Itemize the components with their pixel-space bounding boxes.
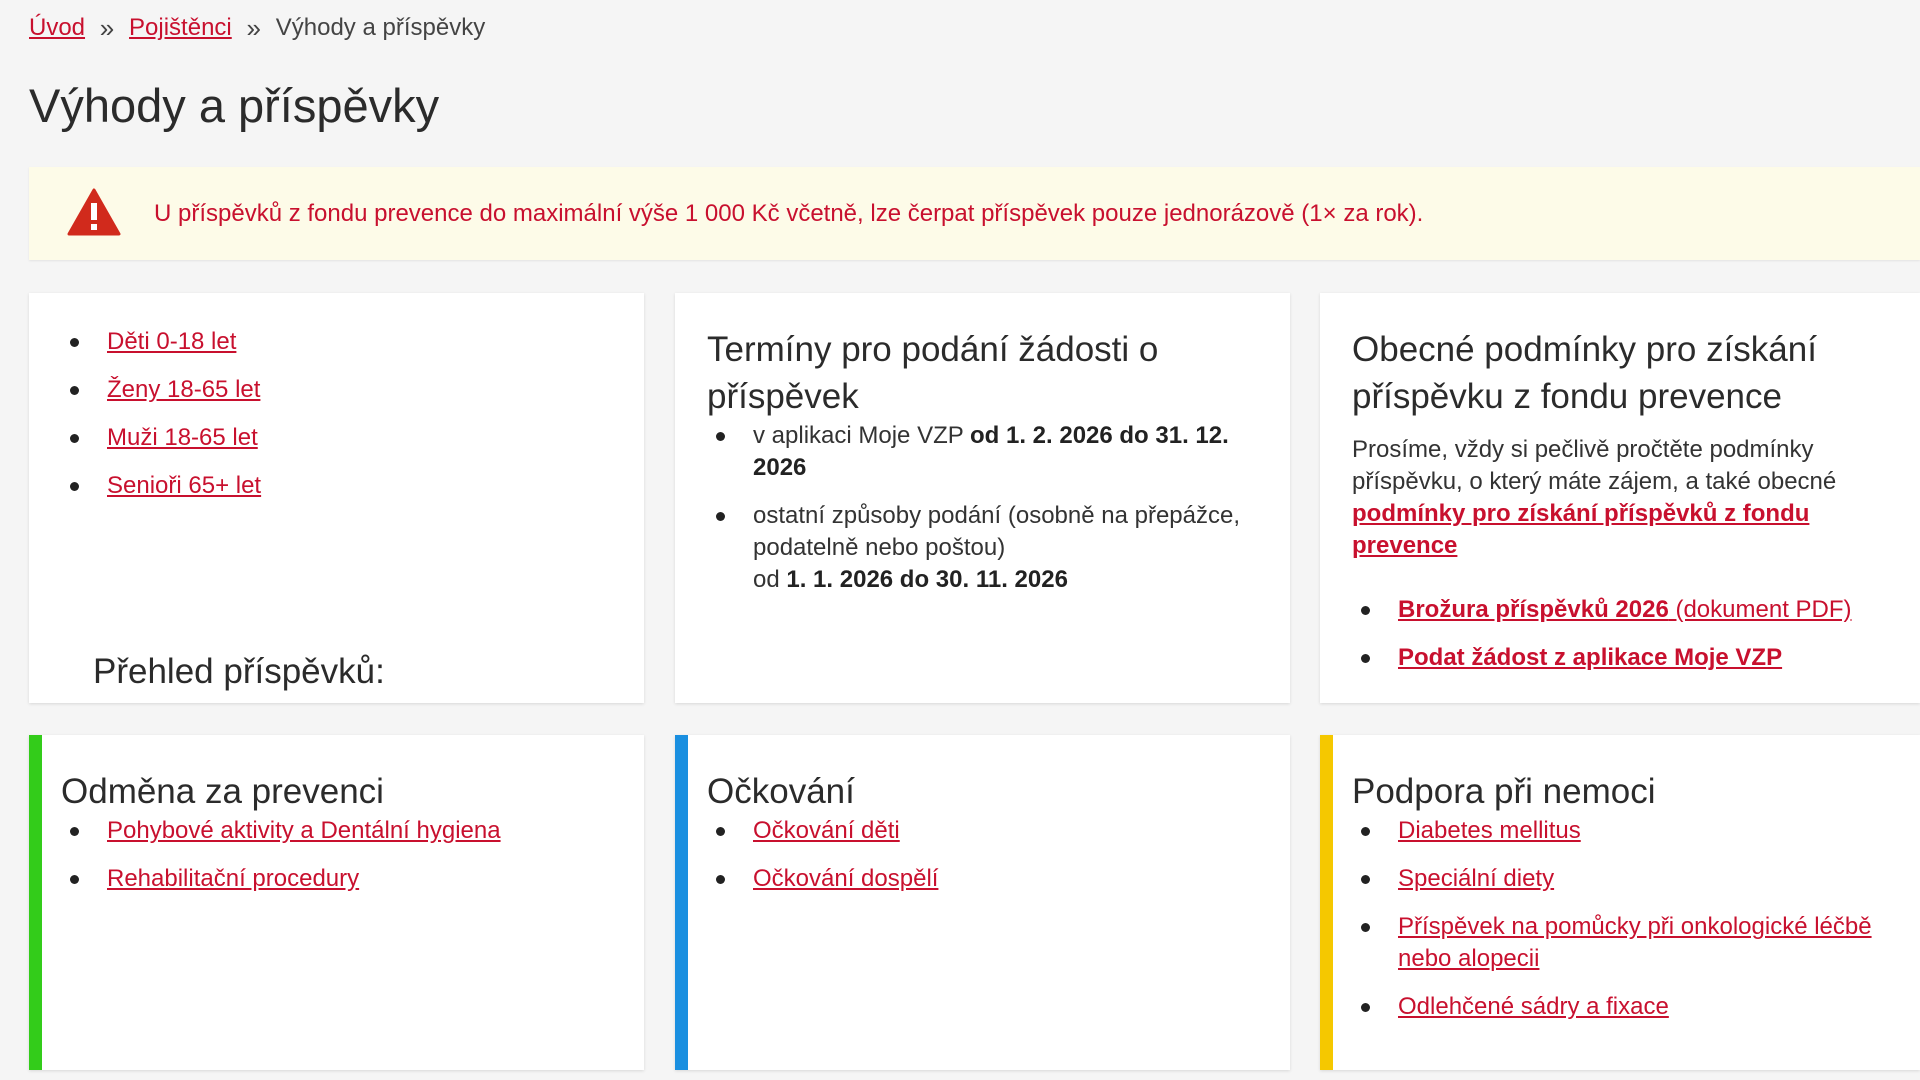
lightweight-casts-link[interactable]: Odlehčené sádry a fixace xyxy=(1398,993,1669,1020)
deadlines-list: v aplikaci Moje VZP od 1. 2. 2026 do 31.… xyxy=(707,420,1266,596)
vaccination-list: Očkování děti Očkování dospělí xyxy=(707,815,1266,895)
deadline-other-prefix: od xyxy=(753,566,787,593)
blue-accent-bar xyxy=(675,735,688,1070)
deadline-app-text: v aplikaci Moje VZP xyxy=(753,422,970,449)
alert-text: U příspěvků z fondu prevence do maximáln… xyxy=(154,200,1424,227)
reward-list: Pohybové aktivity a Dentální hygiena Reh… xyxy=(61,815,620,895)
breadcrumb-current: Výhody a příspěvky xyxy=(275,14,486,41)
green-accent-bar xyxy=(29,735,42,1070)
card-title: Očkování xyxy=(707,772,855,811)
breadcrumb-separator: » xyxy=(246,13,261,43)
card-title: Odměna za prevenci xyxy=(61,772,384,811)
diabetes-link[interactable]: Diabetes mellitus xyxy=(1398,817,1581,844)
adult-vaccination-link[interactable]: Očkování dospělí xyxy=(753,865,938,892)
oncology-aids-link[interactable]: Příspěvek na pomůcky při onkologické léč… xyxy=(1398,913,1872,972)
overview-list: Děti 0-18 let Ženy 18-65 let Muži 18-65 … xyxy=(61,326,620,502)
breadcrumb-separator: » xyxy=(99,13,115,43)
breadcrumb: Úvod » Pojištěnci » Výhody a příspěvky xyxy=(29,12,485,44)
card-title: Termíny pro podání žádosti o příspěvek xyxy=(707,330,1159,416)
physical-activity-link[interactable]: Pohybové aktivity a Dentální hygiena xyxy=(107,817,501,844)
illness-support-card: Podpora při nemoci Diabetes mellitus Spe… xyxy=(1320,735,1920,1070)
children-vaccination-link[interactable]: Očkování děti xyxy=(753,817,900,844)
list-item: Senioři 65+ let xyxy=(61,470,620,502)
breadcrumb-insured-link[interactable]: Pojištěnci xyxy=(129,12,232,44)
breadcrumb-home-link[interactable]: Úvod xyxy=(29,12,85,44)
list-item: ostatní způsoby podání (osobně na přepáž… xyxy=(707,500,1266,596)
list-item: Pohybové aktivity a Dentální hygiena xyxy=(61,815,620,847)
vaccination-card: Očkování Očkování děti Očkování dospělí xyxy=(675,735,1290,1070)
page-title: Výhody a příspěvky xyxy=(29,79,440,132)
card-title: Podpora při nemoci xyxy=(1352,772,1656,811)
seniors-link[interactable]: Senioři 65+ let xyxy=(107,472,261,499)
deadline-other-text: ostatní způsoby podání (osobně na přepáž… xyxy=(753,502,1241,561)
conditions-text: Prosíme, vždy si pečlivě pročtěte podmín… xyxy=(1352,436,1837,495)
prevention-fund-alert: U příspěvků z fondu prevence do maximáln… xyxy=(29,167,1920,260)
brochure-link-type: (dokument PDF) xyxy=(1668,596,1852,623)
warning-triangle-icon xyxy=(67,188,121,236)
list-item: Očkování děti xyxy=(707,815,1266,847)
list-item: Odlehčené sádry a fixace xyxy=(1352,991,1872,1023)
list-item: Rehabilitační procedury xyxy=(61,863,620,895)
submit-application-link[interactable]: Podat žádost z aplikace Moje VZP xyxy=(1398,644,1782,671)
list-item: Muži 18-65 let xyxy=(61,422,620,454)
illness-support-list: Diabetes mellitus Speciální diety Příspě… xyxy=(1352,815,1872,1023)
conditions-link[interactable]: podmínky pro získání příspěvků z fondu p… xyxy=(1352,500,1809,559)
application-deadlines-card: Termíny pro podání žádosti o příspěvek v… xyxy=(675,293,1290,703)
list-item: Ženy 18-65 let xyxy=(61,374,620,406)
contributions-overview-card: Přehled příspěvků: Děti 0-18 let Ženy 18… xyxy=(29,293,644,703)
list-item: Děti 0-18 let xyxy=(61,326,620,358)
conditions-list: Brožura příspěvků 2026 (dokument PDF) Po… xyxy=(1352,594,1896,674)
list-item: Speciální diety xyxy=(1352,863,1872,895)
brochure-link-title: Brožura příspěvků 2026 xyxy=(1398,596,1669,623)
deadline-other-dates: 1. 1. 2026 do 30. 11. 2026 xyxy=(786,566,1068,593)
list-item: Podat žádost z aplikace Moje VZP xyxy=(1352,642,1896,674)
yellow-accent-bar xyxy=(1320,735,1333,1070)
list-item: Očkování dospělí xyxy=(707,863,1266,895)
brochure-pdf-link[interactable]: Brožura příspěvků 2026 (dokument PDF) xyxy=(1398,596,1852,623)
list-item: Brožura příspěvků 2026 (dokument PDF) xyxy=(1352,594,1896,626)
women-link[interactable]: Ženy 18-65 let xyxy=(107,376,260,403)
list-item: Diabetes mellitus xyxy=(1352,815,1872,847)
prevention-reward-card: Odměna za prevenci Pohybové aktivity a D… xyxy=(29,735,644,1070)
card-title: Obecné podmínky pro získání příspěvku z … xyxy=(1352,330,1817,416)
general-conditions-card: Obecné podmínky pro získání příspěvku z … xyxy=(1320,293,1920,703)
list-item: v aplikaci Moje VZP od 1. 2. 2026 do 31.… xyxy=(707,420,1266,484)
special-diets-link[interactable]: Speciální diety xyxy=(1398,865,1554,892)
card-title: Přehled příspěvků: xyxy=(93,652,385,691)
rehabilitation-link[interactable]: Rehabilitační procedury xyxy=(107,865,359,892)
men-link[interactable]: Muži 18-65 let xyxy=(107,424,258,451)
list-item: Příspěvek na pomůcky při onkologické léč… xyxy=(1352,911,1872,975)
children-link[interactable]: Děti 0-18 let xyxy=(107,328,236,355)
conditions-paragraph: Prosíme, vždy si pečlivě pročtěte podmín… xyxy=(1352,434,1892,562)
